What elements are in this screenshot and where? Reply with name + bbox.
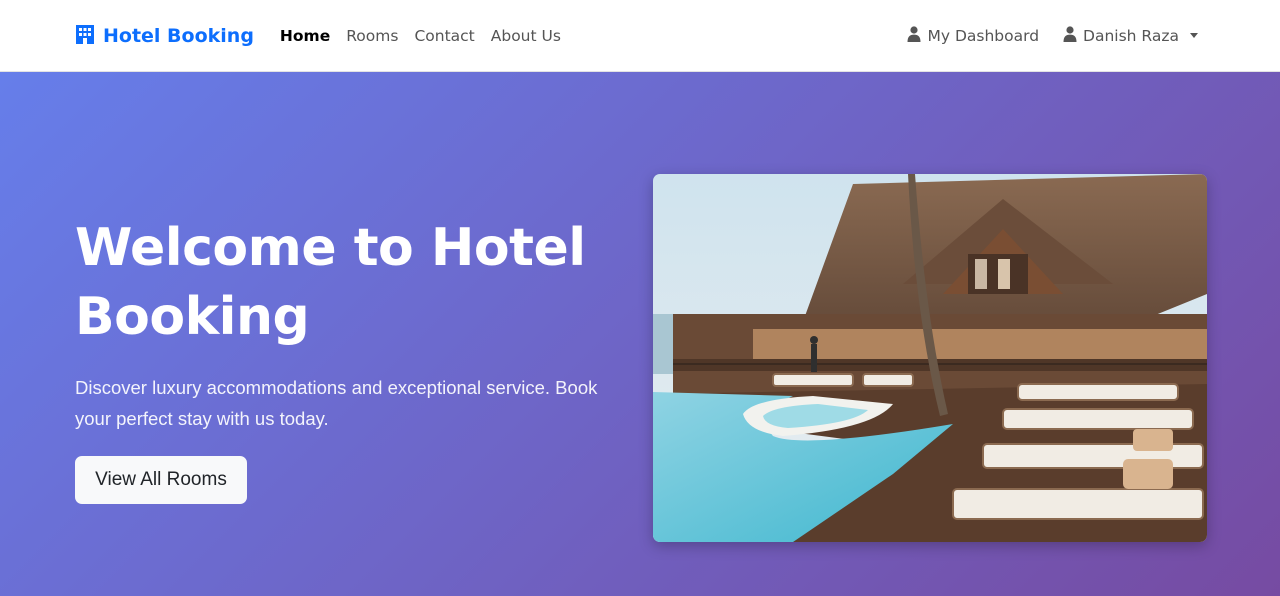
nav-rooms[interactable]: Rooms xyxy=(346,27,398,45)
nav-right: My Dashboard Danish Raza xyxy=(907,25,1198,46)
hero-section: Welcome to Hotel Booking Discover luxury… xyxy=(0,72,1280,596)
navbar: Hotel Booking Home Rooms Contact About U… xyxy=(0,0,1280,72)
user-name: Danish Raza xyxy=(1083,26,1179,45)
my-dashboard-link[interactable]: My Dashboard xyxy=(907,25,1040,46)
my-dashboard-label: My Dashboard xyxy=(927,26,1040,45)
user-menu-dropdown[interactable]: Danish Raza xyxy=(1063,25,1198,46)
brand-link[interactable]: Hotel Booking xyxy=(75,24,254,48)
hero-subtitle: Discover luxury accommodations and excep… xyxy=(75,377,598,429)
nav-links: Home Rooms Contact About Us xyxy=(280,27,561,45)
nav-home[interactable]: Home xyxy=(280,27,330,45)
chevron-down-icon xyxy=(1190,33,1198,38)
nav-contact[interactable]: Contact xyxy=(414,27,474,45)
nav-about-us[interactable]: About Us xyxy=(491,27,561,45)
building-icon xyxy=(75,24,95,48)
view-all-rooms-button[interactable]: View All Rooms xyxy=(75,456,247,504)
brand-name: Hotel Booking xyxy=(103,24,254,47)
user-icon xyxy=(1063,25,1077,46)
hero-image xyxy=(653,174,1207,542)
user-icon xyxy=(907,25,921,46)
hero-title: Welcome to Hotel Booking xyxy=(75,218,586,347)
